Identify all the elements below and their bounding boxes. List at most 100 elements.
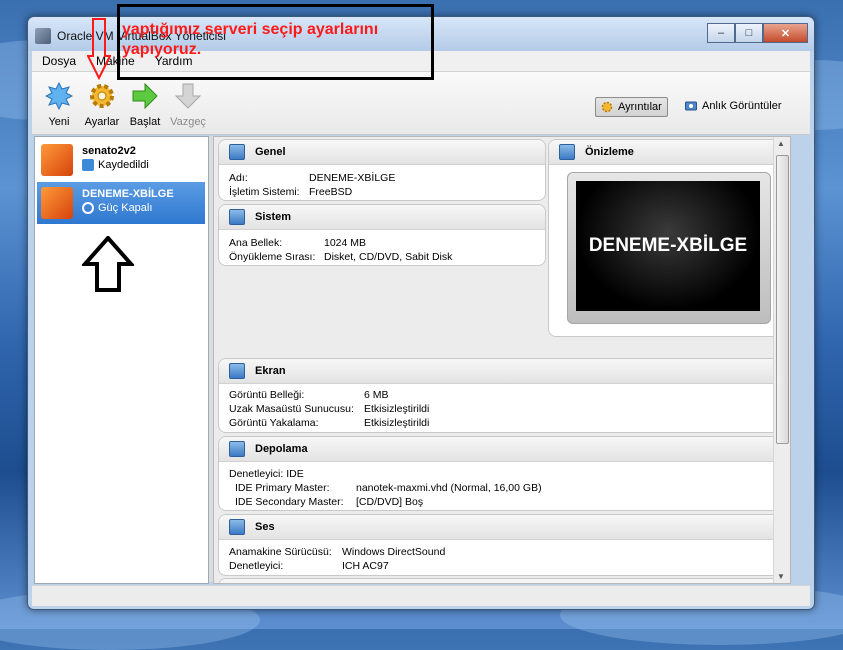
section-network: Ağ (218, 578, 786, 584)
detail-key: Uzak Masaüstü Sunucusu: (229, 403, 354, 415)
section-title: Ses (255, 521, 275, 533)
section-system-header[interactable]: Sistem (219, 205, 545, 230)
start-arrow-icon (132, 82, 158, 110)
detail-row: Önyükleme Sırası: Disket, CD/DVD, Sabit D… (219, 251, 545, 265)
preview-frame: DENEME-XBİLGE (567, 172, 771, 324)
settings-gear-icon (90, 84, 114, 108)
detail-value: Disket, CD/DVD, Sabit Disk (324, 251, 453, 263)
scroll-thumb[interactable] (776, 155, 789, 444)
section-audio-header[interactable]: Ses (219, 515, 785, 540)
section-title: Genel (255, 146, 286, 158)
detail-value: [CD/DVD] Boş (356, 496, 424, 508)
status-bar (32, 585, 810, 606)
detail-key: Ana Bellek: (229, 237, 283, 249)
display-icon (229, 363, 245, 379)
settings-button[interactable]: Ayarlar (80, 82, 124, 128)
network-icon (229, 583, 245, 584)
vm-name: senato2v2 (82, 145, 136, 157)
detail-value: 6 MB (364, 389, 389, 401)
disk-icon (229, 441, 245, 457)
vm-state: Kaydedildi (82, 159, 149, 171)
detail-row: IDE Secondary Master: [CD/DVD] Boş (219, 496, 785, 510)
section-title: Depolama (255, 443, 308, 455)
menu-dosya[interactable]: Dosya (32, 54, 86, 68)
discard-arrow-icon (174, 83, 202, 109)
vm-state-label: Kaydedildi (98, 159, 149, 171)
detail-key: Görüntü Belleği: (229, 389, 305, 401)
detail-row: İşletim Sistemi: FreeBSD (219, 186, 545, 200)
annotation-text: yaptığımız serveri seçip ayarlarını yapı… (122, 21, 379, 58)
snapshots-toggle-label: Anlık Görüntüler (702, 100, 782, 112)
discard-label: Vazgeç (170, 116, 206, 128)
section-display: Ekran Görüntü Belleği: 6 MB Uzak Masaüstü… (218, 358, 786, 433)
detail-row: Ana Bellek: 1024 MB (219, 237, 545, 251)
scroll-down-arrow-icon[interactable]: ▼ (777, 572, 785, 581)
freebsd-os-icon (41, 144, 73, 176)
vm-list-item[interactable]: senato2v2 Kaydedildi (37, 139, 205, 181)
details-toggle[interactable]: Ayrıntılar (595, 97, 668, 117)
detail-row: Denetleyici: ICH AC97 (219, 560, 785, 574)
snapshots-toggle[interactable]: Anlık Görüntüler (680, 97, 786, 115)
scroll-up-arrow-icon[interactable]: ▲ (777, 139, 785, 148)
detail-value: nanotek-maxmi.vhd (Normal, 16,00 GB) (356, 482, 542, 494)
detail-row: IDE Primary Master: nanotek-maxmi.vhd (No… (219, 482, 785, 496)
maximize-button[interactable]: □ (735, 23, 763, 43)
section-title: Önizleme (585, 146, 634, 158)
detail-value: ICH AC97 (342, 560, 389, 572)
detail-row: Adı: DENEME-XBİLGE (219, 172, 545, 186)
vm-list: senato2v2 Kaydedildi DENEME-XBİLGE Güç K… (34, 136, 209, 584)
section-network-header[interactable]: Ağ (219, 579, 785, 584)
vm-state-label: Güç Kapalı (98, 202, 153, 214)
detail-key: İşletim Sistemi: (229, 186, 300, 198)
detail-key: Denetleyici: (229, 560, 284, 572)
window-controls: – □ ✕ (707, 23, 808, 43)
new-icon (44, 81, 74, 111)
virtualbox-app-icon (35, 28, 51, 44)
section-title: Sistem (255, 211, 292, 223)
section-audio: Ses Anamakine Sürücüsü: Windows DirectSou… (218, 514, 786, 576)
monitor-icon (229, 144, 245, 160)
vm-state: Güç Kapalı (82, 202, 152, 214)
section-preview-header[interactable]: Önizleme (549, 140, 785, 165)
details-toggle-label: Ayrıntılar (618, 101, 662, 113)
black-up-arrow-icon (82, 236, 134, 292)
details-scrollbar[interactable]: ▲ ▼ (773, 137, 790, 583)
discard-button[interactable]: Vazgeç (166, 82, 210, 128)
detail-row: Anamakine Sürücüsü: Windows DirectSound (219, 546, 785, 560)
vm-name: DENEME-XBİLGE (82, 188, 174, 200)
detail-row: Görüntü Yakalama: Etkisizleştirildi (219, 417, 785, 431)
detail-value: DENEME-XBİLGE (309, 172, 396, 184)
power-off-icon (82, 202, 94, 214)
section-system: Sistem Ana Bellek: 1024 MB Önyükleme Sıra… (218, 204, 546, 266)
close-button[interactable]: ✕ (763, 23, 808, 43)
details-pane: Genel Adı: DENEME-XBİLGE İşletim Sistemi:… (213, 136, 791, 584)
section-general: Genel Adı: DENEME-XBİLGE İşletim Sistemi:… (218, 139, 546, 201)
detail-key: IDE Secondary Master: (235, 496, 344, 508)
detail-key: Önyükleme Sırası: (229, 251, 316, 263)
virtualbox-window: Oracle VM VirtualBox Yöneticisi – □ ✕ Do… (27, 16, 815, 610)
minimize-button[interactable]: – (707, 23, 735, 43)
section-storage-header[interactable]: Depolama (219, 437, 785, 462)
new-button[interactable]: Yeni (37, 81, 81, 128)
section-title: Ekran (255, 365, 286, 377)
detail-row: Denetleyici: IDE (219, 468, 785, 482)
chip-icon (229, 209, 245, 225)
red-down-arrow-icon (87, 18, 111, 80)
detail-key: Görüntü Yakalama: (229, 417, 319, 429)
section-general-header[interactable]: Genel (219, 140, 545, 165)
detail-value: Etkisizleştirildi (364, 403, 430, 415)
toolbar: Yeni Ayarlar Başlat Vazgeç Ayrıntılar An… (32, 72, 810, 135)
camera-icon (685, 101, 697, 111)
vm-list-item-selected[interactable]: DENEME-XBİLGE Güç Kapalı (37, 182, 205, 224)
detail-row: Uzak Masaüstü Sunucusu: Etkisizleştirildi (219, 403, 785, 417)
start-button[interactable]: Başlat (123, 82, 167, 128)
section-display-header[interactable]: Ekran (219, 359, 785, 384)
saved-state-icon (82, 159, 94, 171)
new-label: Yeni (48, 116, 70, 128)
detail-value: FreeBSD (309, 186, 353, 198)
speaker-icon (229, 519, 245, 535)
section-storage: Depolama Denetleyici: IDE IDE Primary Ma… (218, 436, 786, 511)
detail-value: 1024 MB (324, 237, 367, 249)
detail-value: Etkisizleştirildi (364, 417, 430, 429)
monitor-icon (559, 144, 575, 160)
